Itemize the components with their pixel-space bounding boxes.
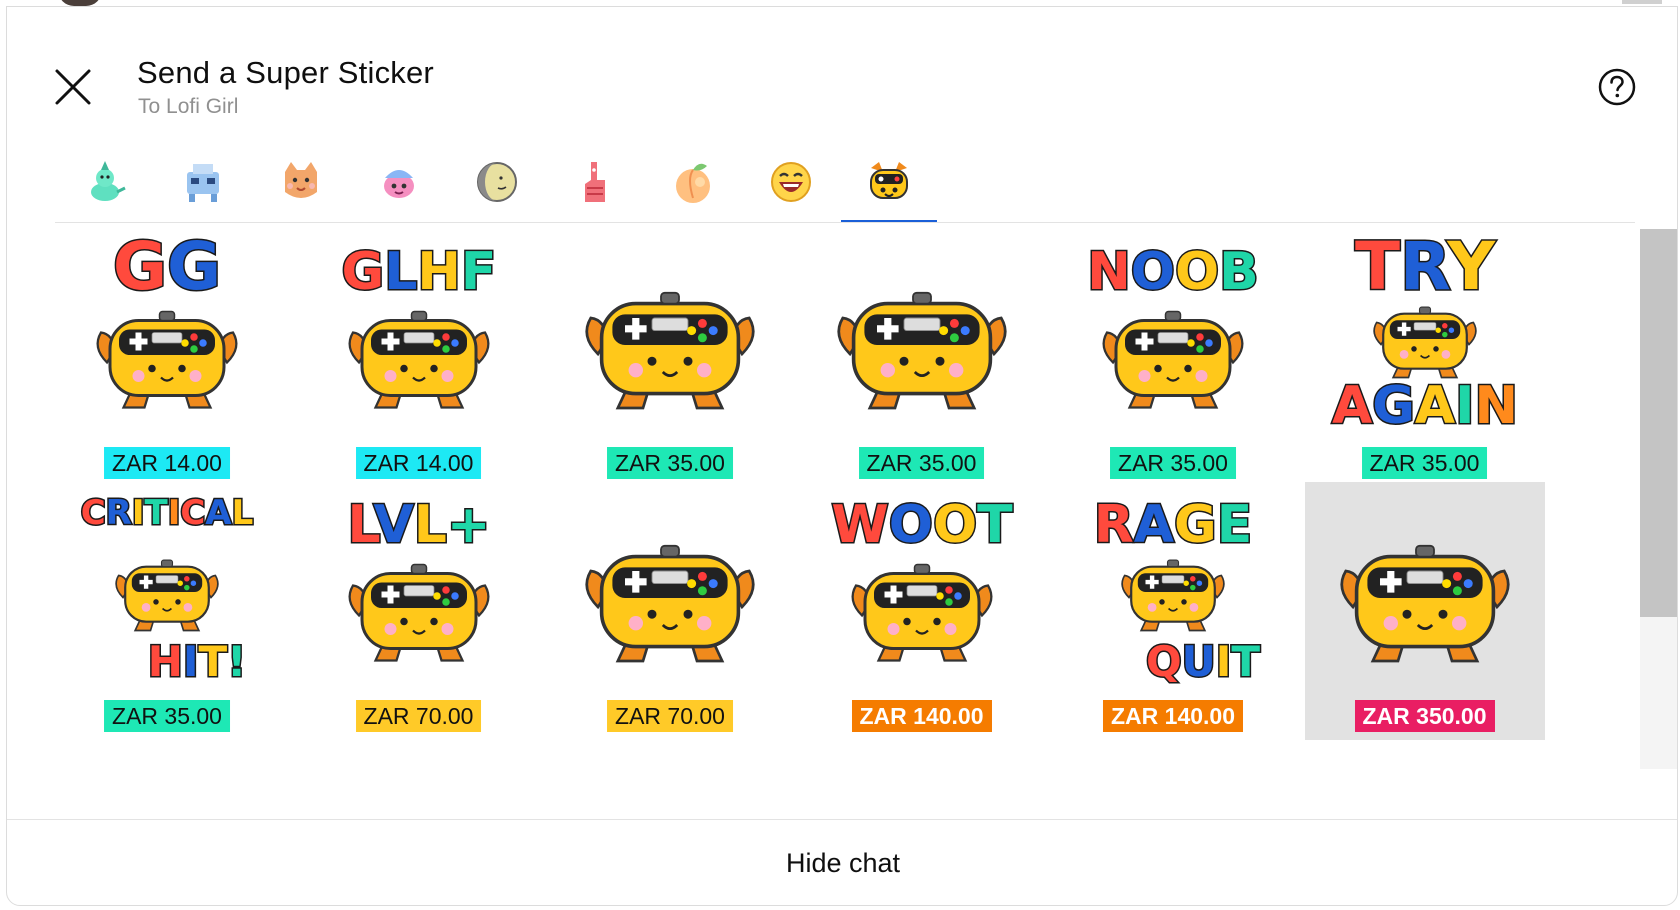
sticker-image: LVL+ (346, 494, 491, 662)
sticker-item[interactable]: LVL+ ZAR 70.00 (299, 482, 539, 740)
super-sticker-panel: Send a Super Sticker To Lofi Girl GG ZAR … (6, 6, 1678, 906)
sticker-item[interactable]: CRITICAL HIT! ZAR 35.00 (47, 482, 287, 740)
sticker-price-badge: ZAR 35.00 (1361, 447, 1488, 479)
tab-pack-6[interactable] (547, 143, 643, 221)
foam-finger-icon (585, 162, 605, 202)
page-scrollbar[interactable] (1622, 0, 1662, 4)
mint-creature-icon (91, 161, 126, 201)
sticker-image: GLHF (340, 241, 497, 409)
gamepad-mascot (348, 310, 489, 409)
sticker-image: WOOT (829, 494, 1014, 662)
recipient-subtitle: To Lofi Girl (138, 95, 239, 118)
help-icon (1598, 68, 1636, 106)
sticker-item[interactable]: ZAR 35.00 (550, 229, 790, 487)
pink-creature-icon (384, 170, 414, 198)
robot-creature-icon (187, 164, 219, 202)
sticker-item[interactable]: ZAR 35.00 (802, 229, 1042, 487)
sticker-item[interactable]: WOOT ZAR 140.00 (802, 482, 1042, 740)
sticker-image: TRY AGAIN (1330, 235, 1519, 438)
sticker-price-badge: ZAR 140.00 (851, 700, 992, 732)
gamepad-mascot (851, 563, 992, 662)
sticker-price-badge: ZAR 35.00 (104, 700, 230, 732)
sticker-caption-bottom: HIT! (148, 637, 247, 686)
scroll-thumb[interactable] (1640, 229, 1677, 617)
sticker-caption-bottom: QUIT (1146, 637, 1260, 686)
sticker-price-badge: ZAR 350.00 (1354, 700, 1495, 732)
sticker-price-badge: ZAR 35.00 (1110, 447, 1236, 479)
sticker-item[interactable]: GLHF ZAR 14.00 (299, 229, 539, 487)
sticker-image: GG (96, 235, 238, 409)
sticker-image (1339, 544, 1510, 663)
sticker-caption: GG (113, 235, 221, 305)
sticker-caption: RAGE (1094, 495, 1253, 555)
tab-pack-3[interactable] (253, 143, 349, 221)
sticker-caption: LVL+ (347, 495, 490, 555)
sticker-price-badge: ZAR 70.00 (607, 700, 733, 732)
gamepad-mascot (1339, 544, 1510, 663)
gamepad-mascot (1121, 559, 1225, 632)
sticker-caption: GLHF (341, 242, 496, 302)
close-icon (55, 69, 91, 105)
sticker-price-badge: ZAR 70.00 (355, 700, 482, 732)
sticker-price-badge: ZAR 14.00 (355, 447, 482, 479)
sticker-image: CRITICAL HIT! (79, 492, 255, 688)
gamepad-mascot (1372, 306, 1477, 379)
sticker-item[interactable]: ZAR 350.00 (1304, 482, 1545, 740)
sticker-caption: TRY (1354, 235, 1495, 305)
laughing-face-icon (771, 162, 811, 202)
sticker-item[interactable]: GG ZAR 14.00 (47, 229, 287, 487)
sticker-item[interactable]: TRY AGAIN ZAR 35.00 (1305, 229, 1545, 487)
sticker-caption-bottom: AGAIN (1331, 376, 1517, 436)
help-button[interactable] (1595, 65, 1639, 109)
tab-pack-5[interactable] (449, 143, 545, 221)
sticker-grid: GG ZAR 14.00 GLHF ZAR 14.00 ZAR 35.00 ZAR 35.… (47, 229, 1637, 769)
sticker-item[interactable]: ZAR 70.00 (550, 482, 790, 740)
tab-pack-8[interactable] (743, 143, 839, 221)
tabs-divider (55, 222, 1635, 223)
sticker-item[interactable]: NOOB ZAR 35.00 (1053, 229, 1293, 487)
sticker-caption: CRITICAL (81, 493, 254, 533)
sticker-image (836, 291, 1007, 410)
sticker-price-badge: ZAR 14.00 (104, 447, 230, 479)
gamepad-mascot (348, 563, 489, 662)
gamepad-mascot (836, 291, 1007, 410)
sticker-caption: NOOB (1087, 242, 1259, 302)
page-title: Send a Super Sticker (137, 55, 434, 90)
sticker-image (585, 544, 755, 663)
sticker-image: NOOB (1086, 241, 1260, 409)
sticker-price-badge: ZAR 35.00 (858, 447, 985, 479)
moon-face-icon (477, 162, 517, 202)
peach-icon (676, 163, 710, 203)
gamepad-mascot (585, 544, 755, 663)
sticker-image (585, 291, 755, 410)
sticker-grid-scrollbar[interactable] (1640, 229, 1677, 769)
cat-face-icon (285, 162, 317, 198)
tab-pack-9[interactable] (841, 143, 937, 223)
tab-pack-7[interactable] (645, 143, 741, 221)
sticker-image: RAGE QUIT (1092, 494, 1262, 688)
gamepad-mascot (1102, 310, 1244, 409)
sticker-item[interactable]: RAGE QUIT ZAR 140.00 (1053, 482, 1293, 740)
hide-chat-button[interactable]: Hide chat (7, 820, 1677, 905)
gamepad-mascot (115, 559, 219, 632)
sticker-caption: WOOT (831, 495, 1013, 555)
close-button[interactable] (47, 61, 99, 113)
sticker-price-badge: ZAR 140.00 (1102, 700, 1244, 732)
gamepad-mascot (585, 291, 755, 410)
gamepad-mascot-icon (870, 162, 908, 199)
sticker-price-badge: ZAR 35.00 (607, 447, 733, 479)
tab-pack-2[interactable] (155, 143, 251, 221)
tab-pack-1[interactable] (57, 143, 153, 221)
gamepad-mascot (96, 310, 238, 409)
tab-pack-4[interactable] (351, 143, 447, 221)
